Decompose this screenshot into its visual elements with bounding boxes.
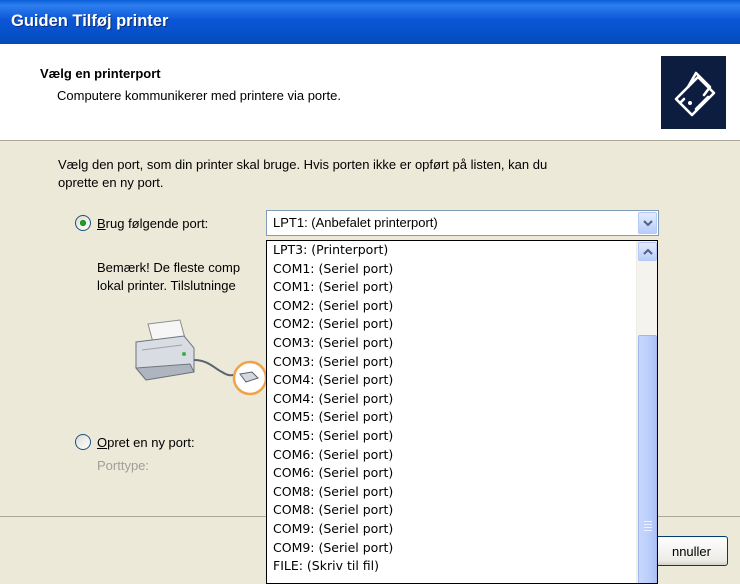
grip-line bbox=[644, 527, 652, 528]
printer-connection-illustration bbox=[128, 302, 268, 412]
list-item[interactable]: COM6: (Seriel port) bbox=[267, 446, 633, 465]
grip-line bbox=[644, 524, 652, 525]
port-options: LPT3: (Printerport) COM1: (Seriel port) CO… bbox=[267, 241, 633, 576]
chevron-down-icon[interactable] bbox=[638, 212, 657, 234]
intro-line-2: oprette en ny port. bbox=[58, 175, 164, 190]
create-port-label[interactable]: Opret en ny port: bbox=[97, 435, 195, 450]
list-item[interactable]: COM9: (Seriel port) bbox=[267, 520, 633, 539]
intro-line-1: Vælg den port, som din printer skal brug… bbox=[58, 157, 548, 172]
list-item[interactable]: COM3: (Seriel port) bbox=[267, 353, 633, 372]
list-item[interactable]: COM4: (Seriel port) bbox=[267, 371, 633, 390]
port-dropdown-list[interactable]: LPT3: (Printerport) COM1: (Seriel port) CO… bbox=[266, 240, 658, 584]
create-port-radio[interactable] bbox=[75, 434, 91, 450]
header-title: Vælg en printerport bbox=[40, 66, 161, 81]
list-item[interactable]: COM5: (Seriel port) bbox=[267, 427, 633, 446]
port-combobox[interactable]: LPT1: (Anbefalet printerport) bbox=[266, 210, 659, 236]
grip-line bbox=[644, 521, 652, 522]
list-item[interactable]: COM2: (Seriel port) bbox=[267, 315, 633, 334]
port-type-label: Porttype: bbox=[97, 458, 150, 473]
list-item[interactable]: COM2: (Seriel port) bbox=[267, 297, 633, 316]
list-item[interactable]: COM5: (Seriel port) bbox=[267, 408, 633, 427]
intro-text: Vælg den port, som din printer skal brug… bbox=[58, 156, 698, 192]
title-bar: Guiden Tilføj printer bbox=[0, 0, 740, 44]
window-title: Guiden Tilføj printer bbox=[11, 12, 169, 30]
list-item[interactable]: COM8: (Seriel port) bbox=[267, 501, 633, 520]
use-port-label[interactable]: Brug følgende port: bbox=[97, 216, 208, 231]
note-text: Bemærk! De fleste comp lokal printer. Ti… bbox=[97, 259, 240, 295]
cancel-button-label: nnuller bbox=[671, 544, 711, 559]
note-line-1: Bemærk! De fleste comp bbox=[97, 260, 241, 275]
list-item[interactable]: COM1: (Seriel port) bbox=[267, 278, 633, 297]
list-item[interactable]: COM4: (Seriel port) bbox=[267, 390, 633, 409]
scrollbar-thumb[interactable] bbox=[638, 335, 657, 583]
dropdown-scrollbar[interactable] bbox=[636, 241, 657, 583]
list-item[interactable]: COM3: (Seriel port) bbox=[267, 334, 633, 353]
list-item[interactable]: FILE: (Skriv til fil) bbox=[267, 557, 633, 576]
port-combobox-value: LPT1: (Anbefalet printerport) bbox=[273, 215, 438, 230]
list-item[interactable]: LPT3: (Printerport) bbox=[267, 241, 633, 260]
list-item[interactable]: COM6: (Seriel port) bbox=[267, 464, 633, 483]
list-item[interactable]: COM9: (Seriel port) bbox=[267, 539, 633, 558]
list-item[interactable]: COM8: (Seriel port) bbox=[267, 483, 633, 502]
printer-wizard-icon bbox=[661, 56, 726, 129]
header-subtitle: Computere kommunikerer med printere via … bbox=[57, 88, 341, 103]
chevron-up-icon[interactable] bbox=[638, 242, 657, 261]
wizard-header: Vælg en printerport Computere kommuniker… bbox=[0, 44, 740, 141]
list-item[interactable]: COM1: (Seriel port) bbox=[267, 260, 633, 279]
grip-line bbox=[644, 530, 652, 531]
use-port-radio[interactable] bbox=[75, 215, 91, 231]
note-line-2: lokal printer. Tilslutninge bbox=[97, 278, 236, 293]
